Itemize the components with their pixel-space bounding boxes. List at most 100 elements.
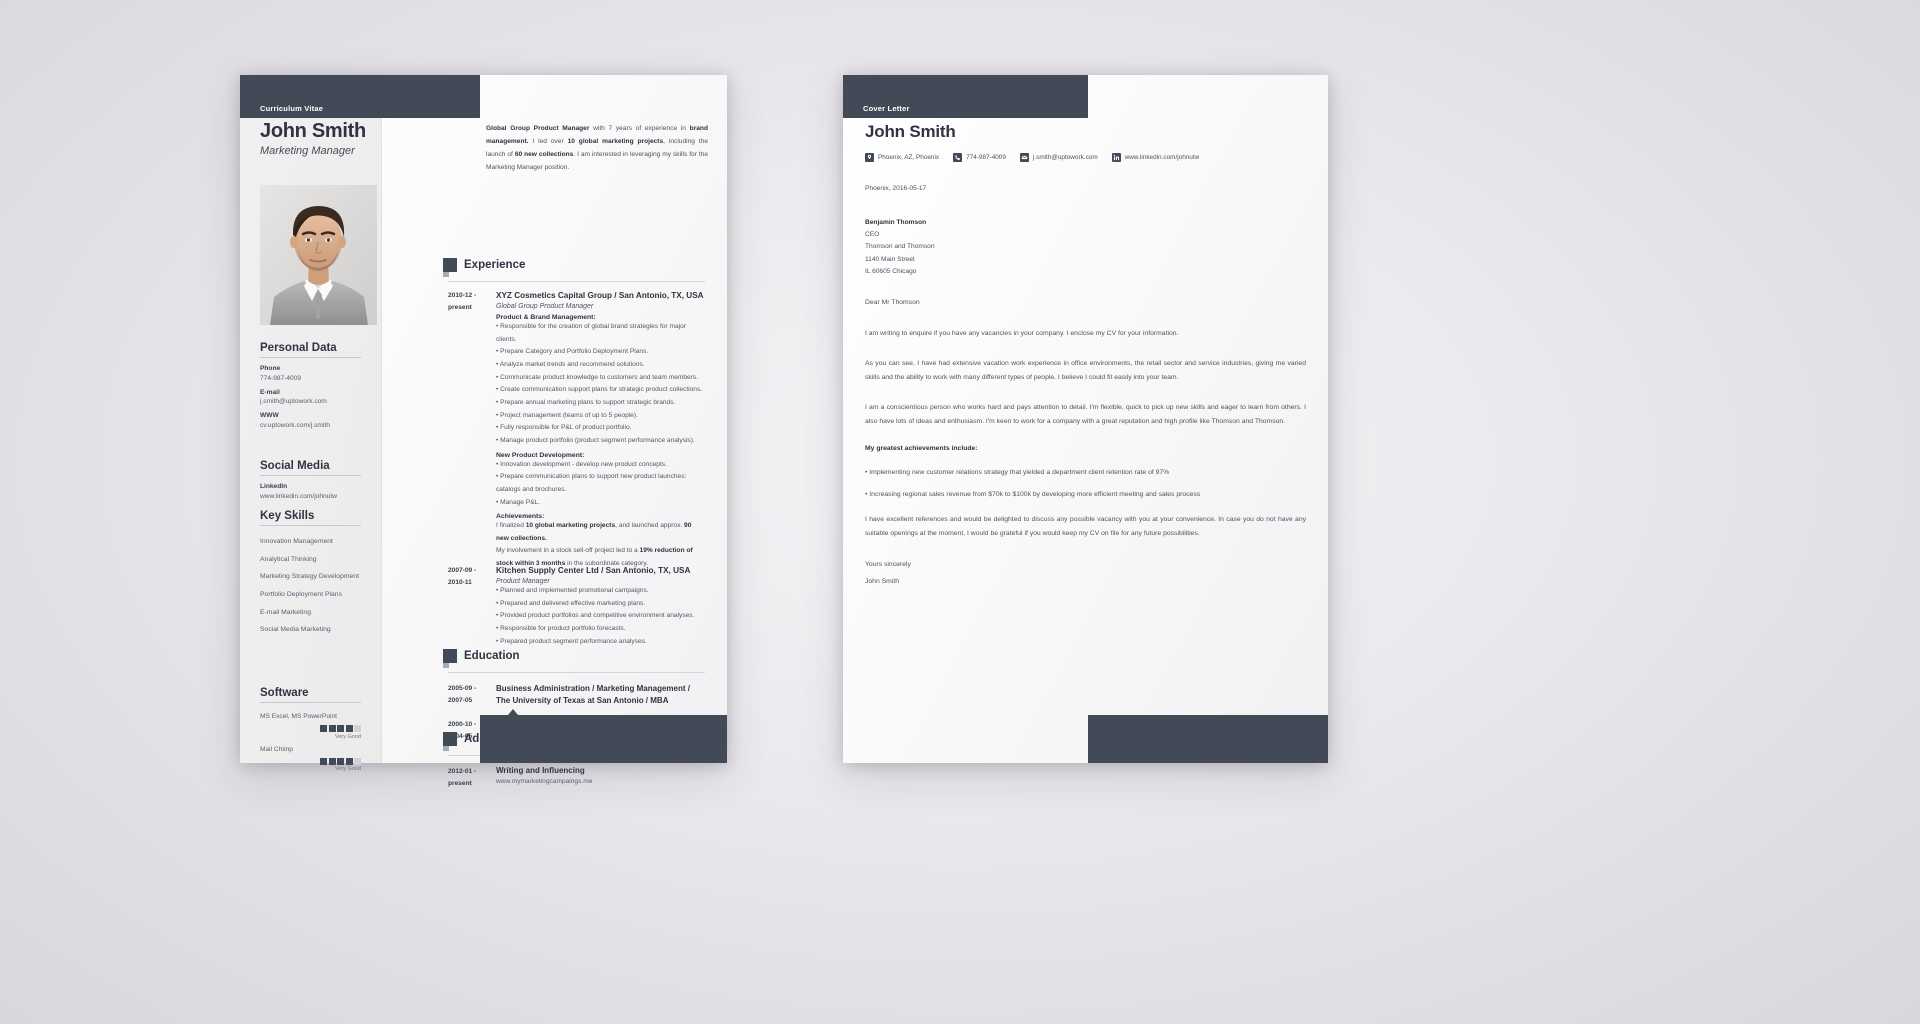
profile-photo [260,185,377,325]
entry-bullet: • Prepared product segment performance a… [496,637,647,645]
cv-footer-bar [480,715,727,763]
software-name: Mail Chimp [260,745,293,753]
cl-recipient-line: Benjamin Thomson [865,219,927,226]
cl-signature: John Smith [865,577,900,585]
entry-bullet: • Planned and implemented promotional ca… [496,586,649,594]
cl-signature-block: Yours sincerely John Smith [865,557,1306,590]
entry-date: 2005-09 -2007-05 [448,685,477,705]
cv-name: John Smith [260,120,366,142]
cl-contact-item: j.smith@uptowork.com [1019,153,1098,162]
experience-heading: Experience [443,258,526,277]
rating-dot [320,757,327,765]
experience-heading-label: Experience [464,259,526,271]
cv-page: Curriculum Vitae John Smith Marketing Ma… [240,75,727,787]
field-value: www.linkedin.com/johnutw [260,492,337,500]
entry-bullet: • Project management (teams of up to 5 p… [496,411,638,419]
cl-header-label: Cover Letter [863,104,910,113]
personal-data-heading: Personal Data [260,342,361,358]
section-arrow-icon [443,732,457,751]
rating-level: Very Good [335,733,361,740]
cl-contact-text: 774-987-4009 [966,154,1006,161]
cv-header-label: Curriculum Vitae [260,104,324,113]
field-value: 774-987-4009 [260,374,302,382]
experience-entry: 2007-09 -2010-11 Kitchen Supply Center Lt… [448,565,705,648]
cl-body: I am writing to enquire if you have any … [865,327,1306,590]
cl-achievement-bullet: • Implementing new customer relations st… [865,468,1170,476]
entry-group-label: New Product Development: [496,451,585,459]
cl-contact-row: Phoenix, AZ, Phoenix 774-987-4009 j.smith@… [865,153,1199,162]
entry-bullet: • Manage product portfolio (product segm… [496,436,695,444]
cl-contact-item: Phoenix, AZ, Phoenix [865,153,939,162]
entry-bullet: • Prepared and delivered effective marke… [496,599,646,607]
cl-recipient-line: 1140 Main Street [865,255,915,263]
education-heading-label: Education [464,650,520,662]
key-skill-item: Portfolio Deployment Plans [260,590,342,598]
cl-footer-bar [1088,715,1328,763]
entry-title: XYZ Cosmetics Capital Group / San Antoni… [496,291,704,300]
key-skill-item: E-mail Marketing [260,608,311,616]
social-media-fields: LinkedIn www.linkedin.com/johnutw [260,483,361,500]
entry-body: Writing and Influencing www.mymarketingca… [496,766,705,790]
entry-body: Kitchen Supply Center Ltd / San Antonio,… [496,565,705,648]
education-entry: 2005-09 -2007-05 Business Administration … [448,683,705,707]
rating-level: Very Good [335,766,361,772]
activity-subtitle: www.mymarketingcampaings.me [496,778,593,785]
cl-recipient-line: CEO [865,231,880,239]
software-name: MS Excel, MS PowerPoint [260,713,337,720]
cl-recipient-block: Benjamin Thomson CEO Thomson and Thomson 11… [865,217,935,278]
entry-bullet: • Create communication support plans for… [496,386,703,394]
cv-main-column: Experience 2010-12 - present XYZ Cosmetics… [382,118,727,787]
cl-paragraph: I am a conscientious person who works ha… [865,403,1306,425]
cl-contact-item: 774-987-4009 [953,153,1006,162]
rating-dot [345,725,353,732]
field-label: WWW [260,412,279,419]
field-value: j.smith@uptowork.com [260,398,327,405]
entry-title: Kitchen Supply Center Ltd / San Antonio,… [496,566,691,575]
entry-bullet: • Responsible for the creation of global… [496,322,686,343]
entry-subtitle: Global Group Product Manager [496,302,594,310]
cl-recipient-line: Thomson and Thomson [865,243,935,251]
cl-paragraph: I am writing to enquire if you have any … [865,330,1179,337]
field-label: E-mail [260,388,280,396]
entry-body: XYZ Cosmetics Capital Group / San Antoni… [496,290,705,571]
social-media-section: Social Media LinkedIn www.linkedin.com/jo… [260,460,361,500]
cl-recipient-line: IL 60605 Chicago [865,267,917,275]
key-skills-heading: Key Skills [260,510,361,526]
cl-salutation: Dear Mr Thomson [865,299,920,306]
field-label: Phone [260,365,281,372]
cl-contact-text: j.smith@uptowork.com [1032,154,1098,161]
experience-rule [448,281,705,282]
rating-dot [328,757,336,765]
entry-bullet: • Analyze market trends and recommend so… [496,360,645,368]
entry-bullet: • Responsible for product portfolio fore… [496,624,626,632]
personal-data-fields: Phone 774-987-4009 E-mail j.smith@uptowork.… [260,365,361,429]
software-heading: Software [260,687,361,703]
cl-contact-text: www.linkedin.com/johnutw [1124,154,1200,161]
cv-header-bar: Curriculum Vitae [240,75,480,118]
cv-role: Marketing Manager [260,145,355,157]
field-value: cv.uptowork.com/j.smith [260,421,330,429]
software-section: Software MS Excel, MS PowerPoint Very Goo… [260,687,361,772]
education-heading: Education [443,649,520,668]
experience-entry: 2010-12 - present XYZ Cosmetics Capital Gr… [448,290,705,571]
envelope-icon [1019,153,1029,162]
software-rating [260,725,361,732]
rating-dot [337,725,344,732]
key-skill-item: Innovation Management [260,538,333,545]
rating-dot [320,725,327,732]
personal-data-section: Personal Data Phone 774-987-4009 E-mail j.s… [260,342,361,429]
location-pin-icon [865,153,874,162]
entry-bullet: • Provided product portfolios and compet… [496,612,695,620]
key-skill-item: Marketing Strategy Development [260,573,359,581]
cl-contact-item: www.linkedin.com/johnutw [1111,153,1200,162]
entry-body: Business Administration / Marketing Mana… [496,683,705,707]
entry-group-label: Product & Brand Management: [496,313,596,321]
entry-bullet: • Communicate product knowledge to custo… [496,373,699,381]
software-list: MS Excel, MS PowerPoint Very Good Mail Chi… [260,713,361,772]
software-rating [260,757,361,765]
profile-photo-image [260,185,377,325]
key-skills-list: Innovation Management Analytical Thinking… [260,538,361,634]
achievements-label: Achievements: [496,513,545,521]
cl-achievement-bullet: • Increasing regional sales revenue from… [865,490,1201,498]
section-arrow-icon [443,649,457,668]
